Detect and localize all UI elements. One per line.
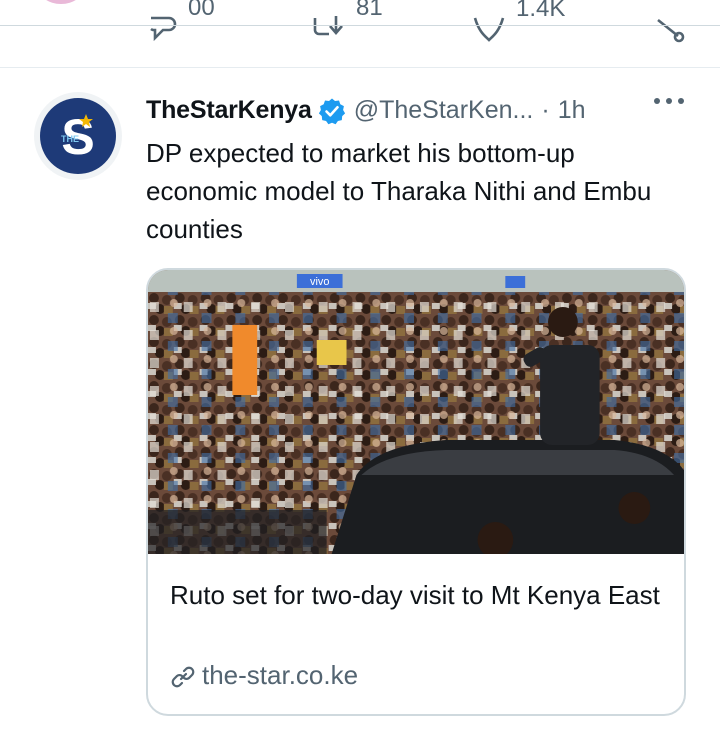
card-image: vivo	[148, 270, 684, 554]
link-icon	[171, 666, 195, 687]
verified-badge-icon	[318, 98, 345, 125]
tweet-divider	[0, 67, 720, 68]
more-options-button[interactable]	[654, 98, 684, 104]
separator-dot: ·	[541, 95, 550, 124]
banner-vivo-text: vivo	[310, 276, 329, 288]
previous-tweet-action-bar: 00 81 1.4K	[0, 0, 720, 60]
svg-text:THE: THE	[61, 134, 79, 144]
tweet-text: DP expected to market his bottom-up econ…	[146, 138, 652, 244]
tweet-timestamp[interactable]: 1h	[558, 96, 586, 125]
retweet-count: 81	[356, 0, 383, 21]
reply-count: 00	[188, 0, 215, 21]
share-icon	[657, 18, 685, 43]
like-count: 1.4K	[516, 0, 566, 22]
more-dot-icon	[666, 98, 672, 104]
card-domain[interactable]: the-star.co.ke	[170, 660, 358, 691]
share-button[interactable]	[654, 14, 686, 44]
card-title: Ruto set for two-day visit to Mt Kenya E…	[170, 580, 660, 610]
reply-icon	[150, 16, 177, 42]
like-icon	[473, 17, 505, 42]
author-handle[interactable]: @TheStarKen...	[354, 96, 534, 125]
author-avatar[interactable]: S THE	[34, 92, 122, 180]
like-button[interactable]: 1.4K	[472, 0, 565, 44]
more-dot-icon	[654, 98, 660, 104]
link-card[interactable]: vivo Ruto set for two-day visit to Mt Ke…	[146, 268, 686, 716]
card-domain-text: the-star.co.ke	[202, 660, 359, 690]
thestar-logo: S THE	[40, 98, 116, 174]
retweet-button[interactable]: 81	[312, 0, 383, 42]
top-divider	[0, 25, 720, 26]
tweet-header: TheStarKenya @TheStarKen... · 1h	[146, 92, 720, 128]
retweet-icon	[313, 16, 343, 36]
thestar-logo-mark: S THE	[61, 109, 95, 165]
author-name[interactable]: TheStarKenya	[146, 96, 312, 125]
reply-button[interactable]: 00	[148, 0, 215, 42]
more-dot-icon	[678, 98, 684, 104]
